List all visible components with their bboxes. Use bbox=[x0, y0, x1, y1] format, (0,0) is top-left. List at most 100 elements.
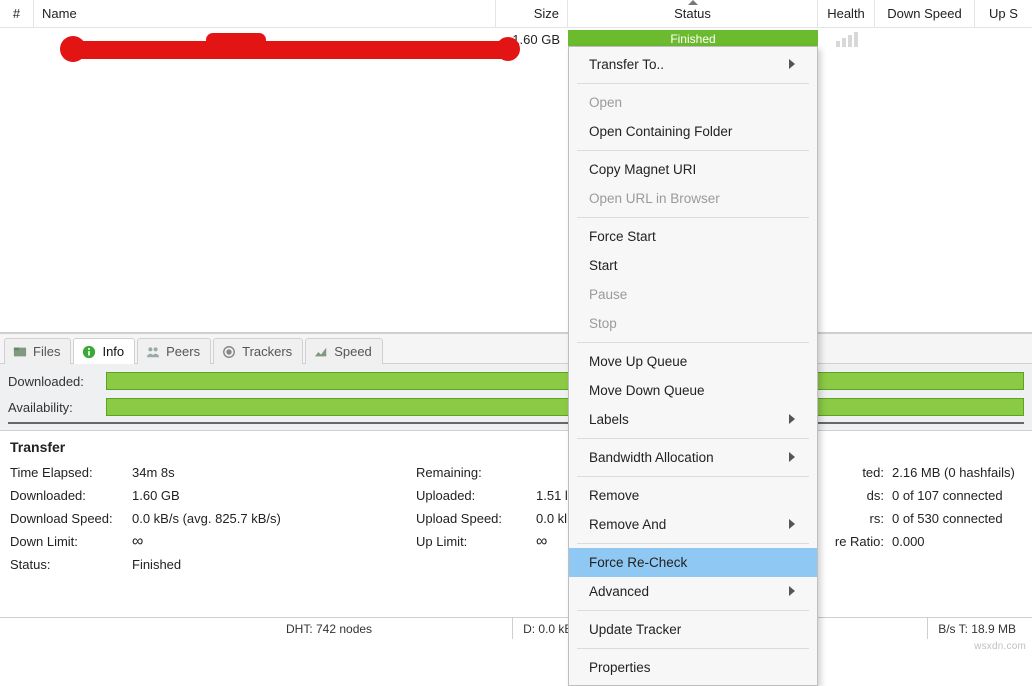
seeds-label: ds: bbox=[822, 488, 892, 503]
tab-peers[interactable]: Peers bbox=[137, 338, 211, 364]
status-label: Status: bbox=[10, 557, 132, 572]
col-header-num[interactable]: # bbox=[0, 0, 34, 27]
files-icon bbox=[13, 345, 27, 359]
time-elapsed-value: 34m 8s bbox=[132, 465, 175, 480]
menu-separator bbox=[577, 342, 809, 343]
menu-separator bbox=[577, 150, 809, 151]
status-value: Finished bbox=[132, 557, 181, 572]
menu-start-label: Start bbox=[589, 258, 618, 273]
watermark: wsxdn.com bbox=[974, 641, 1026, 652]
menu-separator bbox=[577, 610, 809, 611]
row-size-value: 1.60 GB bbox=[512, 32, 560, 47]
statusbar-total-text: B/s T: 18.9 MB bbox=[938, 622, 1016, 636]
col-header-health[interactable]: Health bbox=[818, 0, 875, 27]
status-bar: DHT: 742 nodes D: 0.0 kB B/s T: 18.9 MB bbox=[0, 617, 1032, 639]
menu-update-tracker[interactable]: Update Tracker bbox=[569, 615, 817, 644]
menu-properties[interactable]: Properties bbox=[569, 653, 817, 682]
statusbar-download-text: D: 0.0 kB bbox=[523, 622, 572, 636]
menu-stop[interactable]: Stop bbox=[569, 309, 817, 338]
info-icon bbox=[82, 345, 96, 359]
submenu-arrow-icon bbox=[789, 450, 795, 465]
menu-properties-label: Properties bbox=[589, 660, 651, 675]
col-header-size[interactable]: Size bbox=[496, 0, 568, 27]
sort-ascending-icon bbox=[688, 0, 698, 5]
menu-copy-magnet[interactable]: Copy Magnet URI bbox=[569, 155, 817, 184]
tab-trackers[interactable]: Trackers bbox=[213, 338, 303, 364]
menu-move-down-queue[interactable]: Move Down Queue bbox=[569, 376, 817, 405]
menu-pause[interactable]: Pause bbox=[569, 280, 817, 309]
menu-move-up-queue[interactable]: Move Up Queue bbox=[569, 347, 817, 376]
menu-remove-and[interactable]: Remove And bbox=[569, 510, 817, 539]
tab-trackers-label: Trackers bbox=[242, 344, 292, 359]
health-bars-icon bbox=[836, 31, 858, 47]
submenu-arrow-icon bbox=[789, 412, 795, 427]
menu-remove[interactable]: Remove bbox=[569, 481, 817, 510]
col-header-down-speed[interactable]: Down Speed bbox=[875, 0, 975, 27]
share-ratio-label: re Ratio: bbox=[822, 534, 892, 549]
menu-advanced-label: Advanced bbox=[589, 584, 649, 599]
col-header-name-label: Name bbox=[42, 6, 77, 21]
menu-force-start-label: Force Start bbox=[589, 229, 656, 244]
submenu-arrow-icon bbox=[789, 57, 795, 72]
col-header-up-speed[interactable]: Up S bbox=[975, 0, 1032, 27]
menu-open-url-label: Open URL in Browser bbox=[589, 191, 720, 206]
menu-separator bbox=[577, 83, 809, 84]
menu-labels-label: Labels bbox=[589, 412, 629, 427]
tab-peers-label: Peers bbox=[166, 344, 200, 359]
statusbar-total[interactable]: B/s T: 18.9 MB bbox=[927, 618, 1026, 639]
tab-info[interactable]: Info bbox=[73, 338, 135, 364]
menu-update-tracker-label: Update Tracker bbox=[589, 622, 681, 637]
col-header-down-speed-label: Down Speed bbox=[887, 6, 961, 21]
menu-force-recheck[interactable]: Force Re-Check bbox=[569, 548, 817, 577]
tab-speed[interactable]: Speed bbox=[305, 338, 383, 364]
uploaded-label: Uploaded: bbox=[416, 488, 536, 503]
menu-copy-magnet-label: Copy Magnet URI bbox=[589, 162, 696, 177]
tab-files-label: Files bbox=[33, 344, 60, 359]
time-elapsed-label: Time Elapsed: bbox=[10, 465, 132, 480]
menu-open-url[interactable]: Open URL in Browser bbox=[569, 184, 817, 213]
menu-bandwidth-allocation[interactable]: Bandwidth Allocation bbox=[569, 443, 817, 472]
menu-labels[interactable]: Labels bbox=[569, 405, 817, 434]
col-header-status[interactable]: Status bbox=[568, 0, 818, 27]
peers-value: 0 of 530 connected bbox=[892, 511, 1003, 526]
menu-open-label: Open bbox=[589, 95, 622, 110]
transfer-panel: Transfer Time Elapsed:34m 8s Downloaded:… bbox=[0, 430, 1032, 576]
submenu-arrow-icon bbox=[789, 584, 795, 599]
menu-force-recheck-label: Force Re-Check bbox=[589, 555, 687, 570]
menu-move-up-label: Move Up Queue bbox=[589, 354, 687, 369]
menu-advanced[interactable]: Advanced bbox=[569, 577, 817, 606]
menu-open-containing-folder[interactable]: Open Containing Folder bbox=[569, 117, 817, 146]
row-status-value: Finished bbox=[670, 32, 715, 46]
share-ratio-value: 0.000 bbox=[892, 534, 925, 549]
redacted-torrent-name bbox=[66, 37, 514, 63]
context-menu: Transfer To.. Open Open Containing Folde… bbox=[568, 46, 818, 686]
menu-transfer-to-label: Transfer To.. bbox=[589, 57, 664, 72]
wasted-label: ted: bbox=[822, 465, 892, 480]
upload-speed-label: Upload Speed: bbox=[416, 511, 536, 526]
table-row[interactable]: 1.60 GB Finished bbox=[0, 28, 1032, 50]
statusbar-dht-text: DHT: 742 nodes bbox=[286, 622, 372, 636]
tab-files[interactable]: Files bbox=[4, 338, 71, 364]
menu-transfer-to[interactable]: Transfer To.. bbox=[569, 50, 817, 79]
submenu-arrow-icon bbox=[789, 517, 795, 532]
menu-open-containing-label: Open Containing Folder bbox=[589, 124, 732, 139]
menu-move-down-label: Move Down Queue bbox=[589, 383, 705, 398]
menu-force-start[interactable]: Force Start bbox=[569, 222, 817, 251]
statusbar-dht[interactable]: DHT: 742 nodes bbox=[276, 618, 382, 639]
torrent-table-header: # Name Size Status Health Down Speed Up … bbox=[0, 0, 1032, 28]
col-header-num-label: # bbox=[13, 6, 20, 21]
remaining-label: Remaining: bbox=[416, 465, 536, 480]
menu-open[interactable]: Open bbox=[569, 88, 817, 117]
menu-remove-and-label: Remove And bbox=[589, 517, 666, 532]
torrent-list[interactable]: 1.60 GB Finished bbox=[0, 28, 1032, 334]
col-header-health-label: Health bbox=[827, 6, 865, 21]
col-header-size-label: Size bbox=[534, 6, 559, 21]
menu-start[interactable]: Start bbox=[569, 251, 817, 280]
trackers-icon bbox=[222, 345, 236, 359]
speed-icon bbox=[314, 345, 328, 359]
menu-separator bbox=[577, 217, 809, 218]
availability-label: Availability: bbox=[8, 400, 96, 415]
downloaded-label: Downloaded: bbox=[8, 374, 96, 389]
download-speed-value: 0.0 kB/s (avg. 825.7 kB/s) bbox=[132, 511, 281, 526]
col-header-name[interactable]: Name bbox=[34, 0, 496, 27]
